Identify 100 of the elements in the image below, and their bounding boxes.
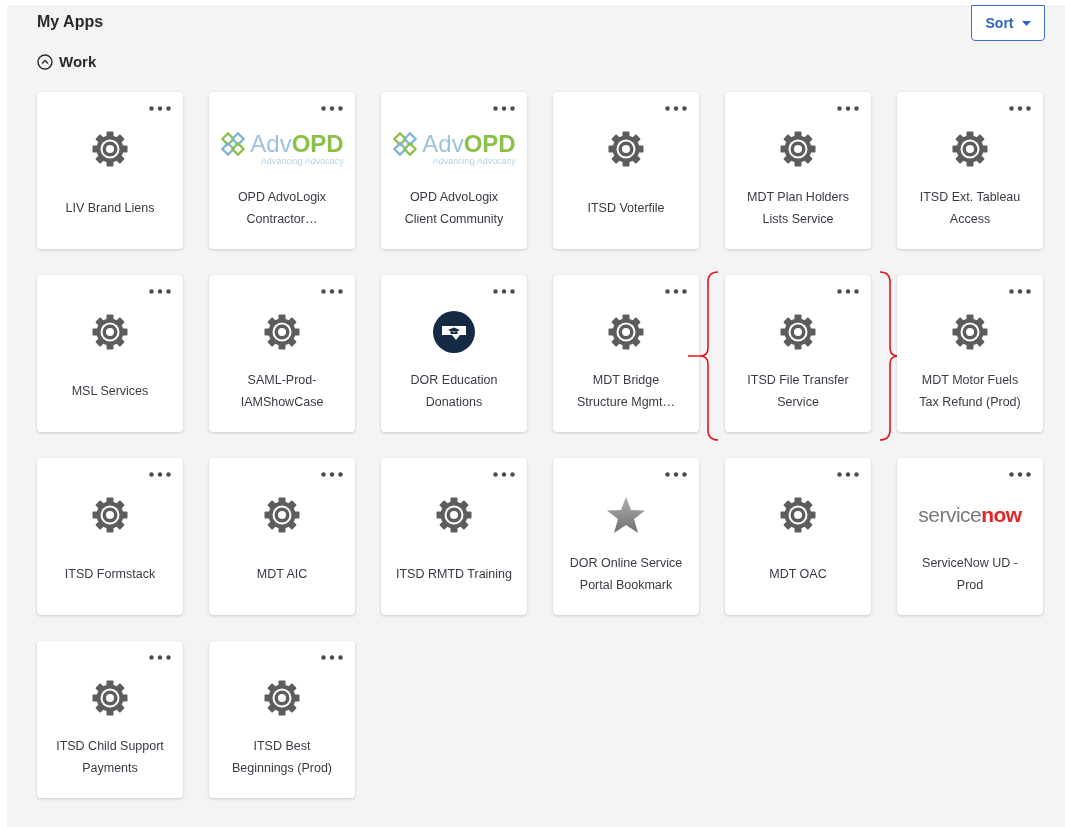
app-name: MSL Services — [71, 383, 149, 400]
app-tile[interactable]: MDT Bridge Structure Mgmt… — [553, 274, 699, 432]
more-options-button[interactable] — [149, 652, 171, 663]
more-icon — [1009, 289, 1031, 294]
app-name: ITSD RMTD Training — [396, 566, 512, 583]
app-name: ServiceNow UD - Prod — [921, 555, 1019, 594]
app-tile[interactable]: MSL Services — [37, 274, 183, 432]
more-icon — [1009, 106, 1031, 111]
more-icon — [665, 106, 687, 111]
gear-icon — [263, 678, 301, 717]
sort-button[interactable]: Sort — [971, 5, 1045, 41]
app-name: ITSD Ext. Tableau Access — [918, 189, 1022, 228]
more-options-button[interactable] — [665, 103, 687, 114]
more-options-button[interactable] — [493, 103, 515, 114]
gear-icon — [263, 495, 301, 534]
more-icon — [321, 106, 343, 111]
app-tile[interactable]: DOR Online Service Portal Bookmark — [553, 457, 699, 615]
interlocking-diamonds-icon — [392, 131, 419, 157]
app-name: ITSD Formstack — [64, 566, 156, 583]
gear-icon — [91, 495, 129, 534]
more-icon — [149, 106, 171, 111]
more-icon — [321, 289, 343, 294]
app-name: MDT OAC — [769, 566, 827, 583]
more-icon — [493, 289, 515, 294]
more-options-button[interactable] — [837, 286, 859, 297]
more-options-button[interactable] — [1009, 103, 1031, 114]
more-options-button[interactable] — [493, 469, 515, 480]
gear-icon — [91, 678, 129, 717]
app-tile[interactable]: ITSD File Transfer Service — [725, 274, 871, 432]
app-name: LIV Brand Liens — [65, 200, 155, 217]
app-name: MDT Bridge Structure Mgmt… — [576, 372, 676, 411]
app-tile[interactable]: MDT Plan Holders Lists Service — [725, 91, 871, 249]
more-icon — [665, 472, 687, 477]
more-icon — [837, 289, 859, 294]
app-name: MDT Plan Holders Lists Service — [746, 189, 850, 228]
logo-tagline: Advancing Advocacy — [432, 157, 516, 166]
app-tile[interactable]: servicenow ServiceNow UD - Prod — [897, 457, 1043, 615]
more-options-button[interactable] — [665, 469, 687, 480]
app-name: SAML-Prod-IAMShowCase — [239, 372, 325, 411]
app-tile[interactable]: ITSD Best Beginnings (Prod) — [209, 640, 355, 798]
app-tile[interactable]: MDT AIC — [209, 457, 355, 615]
app-name: ITSD Child Support Payments — [55, 738, 165, 777]
more-icon — [321, 472, 343, 477]
more-options-button[interactable] — [321, 469, 343, 480]
app-name: DOR Education Donations — [409, 372, 499, 411]
more-icon — [493, 106, 515, 111]
app-tile[interactable]: ITSD Ext. Tableau Access — [897, 91, 1043, 249]
app-tile[interactable]: AdvOPD Advancing Advocacy OPD AdvoLogix Contractor… — [209, 91, 355, 249]
app-tile[interactable]: ITSD RMTD Training — [381, 457, 527, 615]
more-options-button[interactable] — [149, 286, 171, 297]
more-icon — [493, 472, 515, 477]
gear-icon — [91, 312, 129, 351]
gear-icon — [779, 312, 817, 351]
app-tile[interactable]: SAML-Prod-IAMShowCase — [209, 274, 355, 432]
more-options-button[interactable] — [1009, 286, 1031, 297]
more-options-button[interactable] — [837, 469, 859, 480]
app-tile[interactable]: ITSD Formstack — [37, 457, 183, 615]
more-icon — [1009, 472, 1031, 477]
gear-icon — [951, 129, 989, 168]
app-tile[interactable]: MDT Motor Fuels Tax Refund (Prod) — [897, 274, 1043, 432]
more-options-button[interactable] — [321, 286, 343, 297]
more-icon — [149, 472, 171, 477]
logo-wordmark: AdvOPD — [422, 132, 516, 156]
gear-icon — [607, 129, 645, 168]
more-options-button[interactable] — [493, 286, 515, 297]
more-icon — [665, 289, 687, 294]
gear-icon — [263, 312, 301, 351]
logo-tagline: Advancing Advocacy — [260, 157, 344, 166]
app-tile[interactable]: LIV Brand Liens — [37, 91, 183, 249]
gear-icon — [435, 495, 473, 534]
app-name: ITSD Voterfile — [587, 200, 665, 217]
more-options-button[interactable] — [1009, 469, 1031, 480]
more-icon — [321, 655, 343, 660]
app-tile[interactable]: MDT OAC — [725, 457, 871, 615]
logo-wordmark: AdvOPD — [250, 132, 344, 156]
more-options-button[interactable] — [665, 286, 687, 297]
gear-icon — [607, 312, 645, 351]
app-tile[interactable]: ITSD Voterfile — [553, 91, 699, 249]
gear-icon — [779, 495, 817, 534]
more-icon — [837, 106, 859, 111]
more-options-button[interactable] — [149, 469, 171, 480]
more-options-button[interactable] — [321, 652, 343, 663]
section-toggle[interactable]: Work — [37, 51, 97, 74]
app-tile[interactable]: DOR Education Donations — [381, 274, 527, 432]
more-options-button[interactable] — [837, 103, 859, 114]
graduation-cap-icon — [433, 310, 475, 353]
app-name: DOR Online Service Portal Bookmark — [568, 555, 684, 594]
more-options-button[interactable] — [321, 103, 343, 114]
app-name: MDT Motor Fuels Tax Refund (Prod) — [918, 372, 1022, 411]
page-title: My Apps — [37, 12, 104, 32]
app-name: ITSD Best Beginnings (Prod) — [230, 738, 334, 777]
more-icon — [149, 655, 171, 660]
star-icon — [606, 495, 646, 534]
caret-down-icon — [1021, 20, 1031, 26]
app-name: OPD AdvoLogix Client Community — [403, 189, 505, 228]
app-tile[interactable]: AdvOPD Advancing Advocacy OPD AdvoLogix Client Community — [381, 91, 527, 249]
app-tile[interactable]: ITSD Child Support Payments — [37, 640, 183, 798]
more-options-button[interactable] — [149, 103, 171, 114]
gear-icon — [779, 129, 817, 168]
app-name: ITSD File Transfer Service — [746, 372, 850, 411]
